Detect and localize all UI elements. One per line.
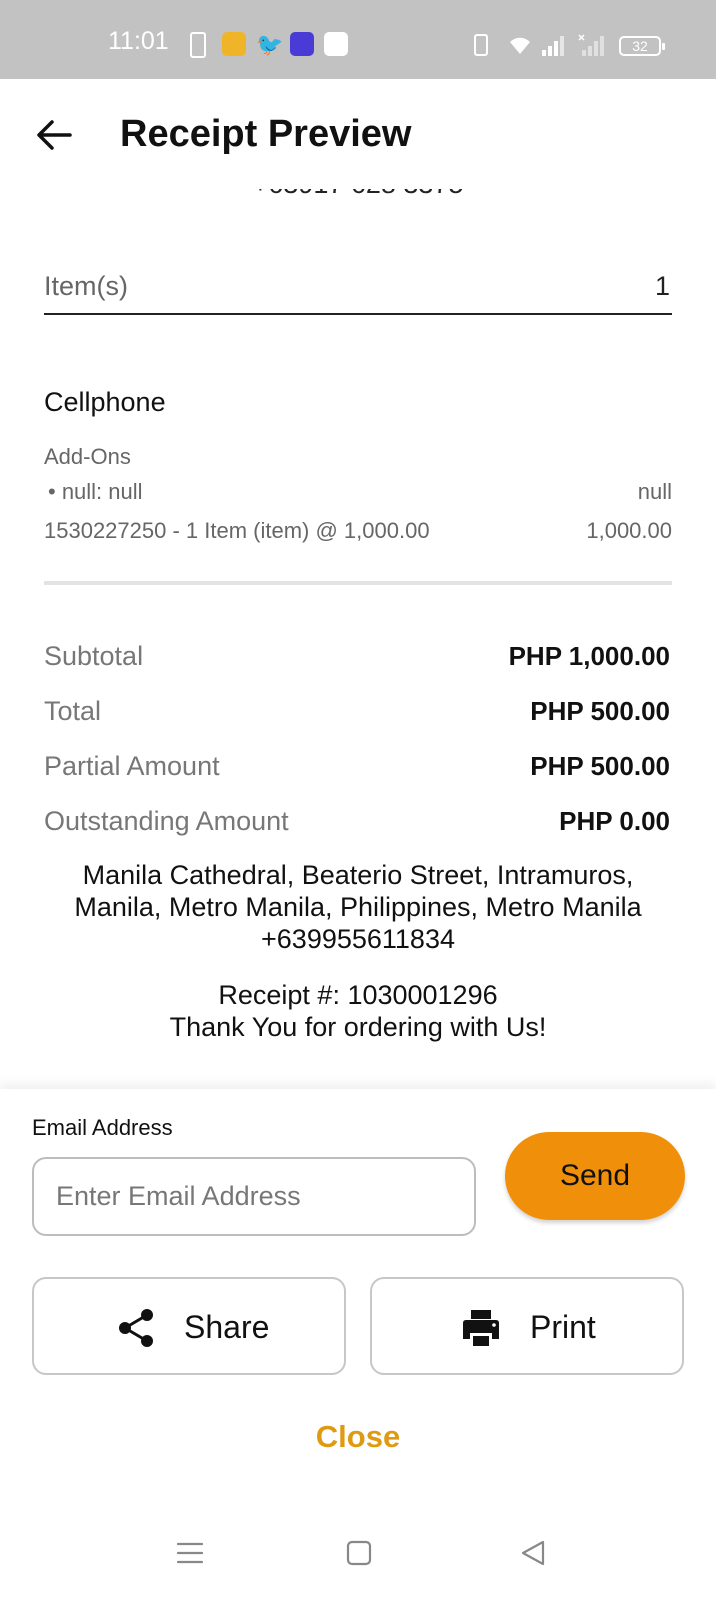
address-line: Manila, Metro Manila, Philippines, Metro… [74, 892, 642, 922]
share-button[interactable]: Share [32, 1277, 346, 1375]
items-row: Item(s) 1 [44, 271, 672, 315]
close-button[interactable]: Close [0, 1419, 716, 1455]
summary-row-partial: Partial Amount PHP 500.00 [44, 751, 672, 787]
printer-icon [463, 1310, 499, 1346]
address-line: Manila Cathedral, Beaterio Street, Intra… [82, 860, 634, 890]
app-notification-icon [222, 32, 246, 56]
receipt-number: Receipt #: 1030001296 [218, 980, 498, 1010]
store-address: Manila Cathedral, Beaterio Street, Intra… [20, 859, 696, 955]
sim-card-icon [190, 32, 206, 58]
summary-row-outstanding: Outstanding Amount PHP 0.00 [44, 806, 672, 842]
status-bar: 11:01 🐦 32 [0, 0, 716, 79]
summary-value: PHP 0.00 [559, 806, 670, 836]
addon-line: • null: null [48, 479, 143, 504]
summary-label: Subtotal [44, 641, 144, 671]
line-item-amount: 1,000.00 [586, 518, 672, 543]
receipt-footer: Receipt #: 1030001296 Thank You for orde… [0, 979, 716, 1043]
items-count: 1 [654, 271, 670, 301]
addons-label: Add-Ons [44, 444, 131, 469]
summary-row-total: Total PHP 500.00 [44, 696, 672, 732]
summary-value: PHP 500.00 [530, 751, 670, 781]
status-time: 11:01 [108, 27, 169, 55]
line-item-description: 1530227250 - 1 Item (item) @ 1,000.00 [44, 518, 430, 543]
gamepad-app-icon [290, 32, 314, 56]
app-notification-icon [324, 32, 348, 56]
print-button[interactable]: Print [370, 1277, 684, 1375]
battery-icon: 32 [619, 36, 665, 56]
send-button[interactable]: Send [505, 1132, 685, 1220]
signal-off-icon [578, 34, 604, 56]
product-name: Cellphone [44, 387, 166, 417]
app-bar: Receipt Preview [0, 79, 716, 189]
share-label: Share [184, 1309, 270, 1345]
addon-value: null [637, 479, 672, 504]
system-nav-bar [0, 1518, 716, 1600]
summary-label: Total [44, 696, 102, 726]
summary-value: PHP 1,000.00 [508, 641, 670, 671]
print-label: Print [530, 1309, 596, 1345]
wifi-icon [510, 37, 530, 54]
arrow-left-icon[interactable] [34, 115, 74, 155]
page-title: Receipt Preview [120, 113, 412, 155]
summary-row-subtotal: Subtotal PHP 1,000.00 [44, 641, 672, 677]
store-phone: +63917 628 3375 [0, 189, 716, 200]
thank-you-message: Thank You for ordering with Us! [169, 1012, 547, 1042]
vibrate-icon [474, 34, 488, 56]
address-phone: +639955611834 [261, 924, 455, 954]
receipt-preview[interactable]: +63917 628 3375 Item(s) 1 Cellphone Add-… [0, 189, 716, 1089]
home-square-icon[interactable] [344, 1538, 374, 1568]
summary-label: Partial Amount [44, 751, 220, 781]
signal-icon [542, 36, 564, 56]
email-field[interactable] [32, 1157, 476, 1236]
menu-icon[interactable] [175, 1538, 205, 1568]
items-label: Item(s) [44, 271, 128, 301]
triangle-back-icon[interactable] [518, 1538, 548, 1568]
summary-label: Outstanding Amount [44, 806, 289, 836]
share-icon [119, 1309, 153, 1347]
email-label: Email Address [32, 1115, 173, 1140]
divider [44, 581, 672, 585]
summary-value: PHP 500.00 [530, 696, 670, 726]
twitter-bird-icon: 🐦 [256, 32, 284, 57]
